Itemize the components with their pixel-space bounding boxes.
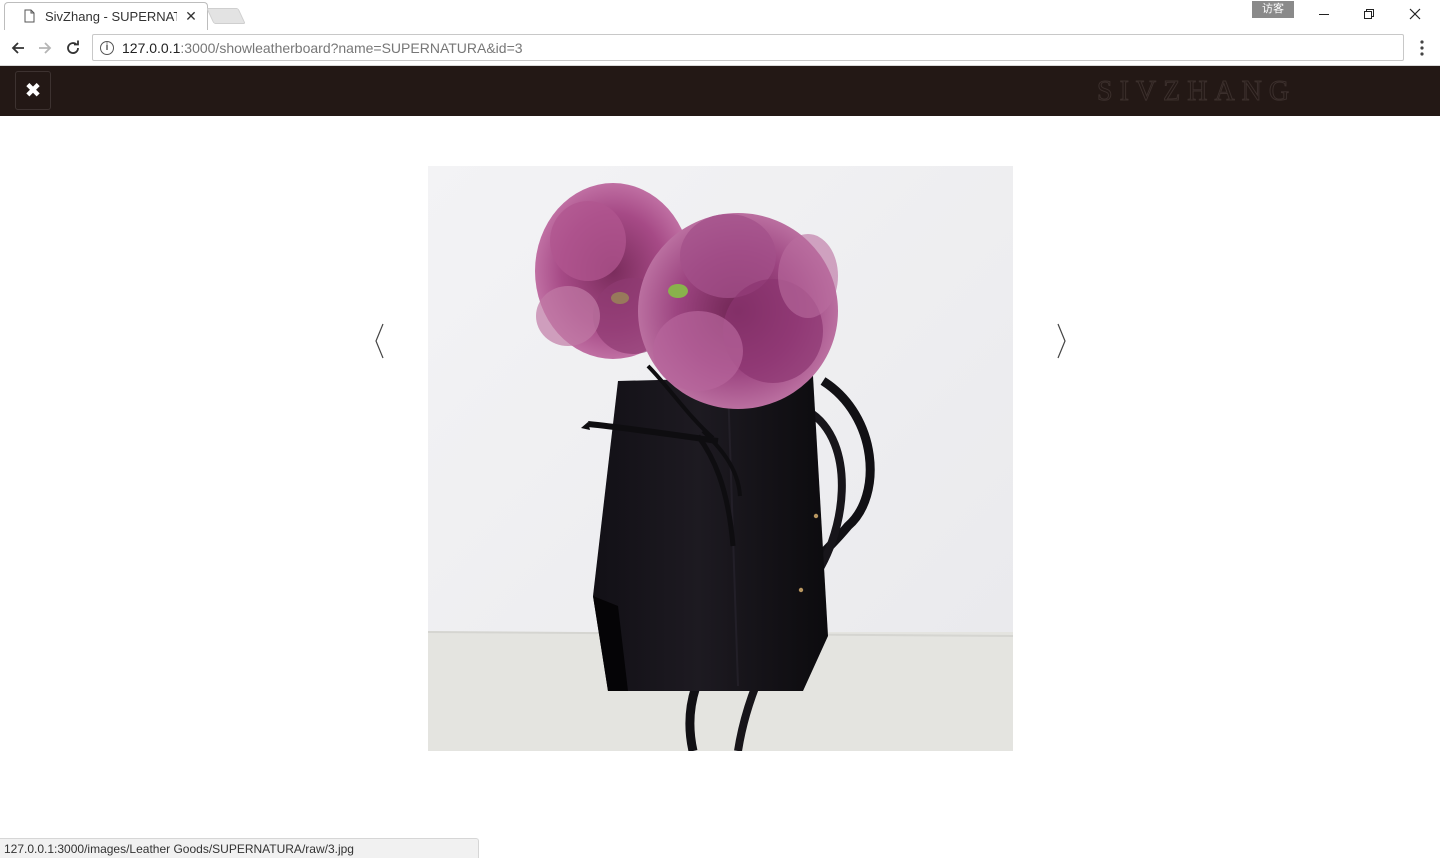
reload-icon: [67, 40, 79, 54]
forward-arrow-icon: [39, 42, 52, 54]
tab-close-icon[interactable]: ✕: [183, 8, 199, 24]
tab-title: SivZhang - SUPERNATU: [45, 9, 177, 24]
restore-button[interactable]: [1346, 0, 1392, 28]
status-url-bubble: 127.0.0.1:3000/images/Leather Goods/SUPE…: [0, 838, 479, 858]
profile-badge[interactable]: 访客: [1252, 1, 1294, 18]
browser-toolbar: i 127.0.0.1:3000/showleatherboard?name=S…: [0, 30, 1440, 66]
close-viewer-button[interactable]: ✖: [15, 71, 51, 110]
url-text: 127.0.0.1:3000/showleatherboard?name=SUP…: [122, 40, 523, 56]
back-arrow-icon: [11, 42, 24, 54]
chevron-right-icon[interactable]: [1056, 322, 1068, 360]
tab-strip: SivZhang - SUPERNATU ✕ 访客: [0, 0, 1440, 30]
url-host: 127.0.0.1: [122, 40, 181, 56]
url-path: :3000/showleatherboard?name=SUPERNATURA&…: [180, 40, 523, 56]
back-button[interactable]: [5, 35, 31, 61]
browser-tab[interactable]: SivZhang - SUPERNATU ✕: [4, 2, 208, 30]
minimize-icon: [1319, 14, 1329, 15]
brand-logo[interactable]: SIVZHANG: [1096, 76, 1296, 108]
info-icon[interactable]: i: [100, 41, 114, 55]
document-icon: [24, 9, 35, 23]
reload-button[interactable]: [60, 35, 86, 61]
new-tab-button[interactable]: [206, 8, 246, 24]
more-menu-icon[interactable]: [1412, 38, 1432, 58]
restore-icon: [1364, 9, 1374, 19]
close-icon: [1409, 8, 1421, 20]
address-bar[interactable]: i 127.0.0.1:3000/showleatherboard?name=S…: [92, 34, 1404, 61]
forward-button[interactable]: [32, 35, 58, 61]
chevron-left-icon[interactable]: [373, 322, 385, 360]
site-header: ✖ SIVZHANG: [0, 66, 1440, 116]
window-close-button[interactable]: [1392, 0, 1438, 28]
minimize-button[interactable]: [1301, 0, 1347, 28]
product-photo: [428, 166, 1013, 751]
